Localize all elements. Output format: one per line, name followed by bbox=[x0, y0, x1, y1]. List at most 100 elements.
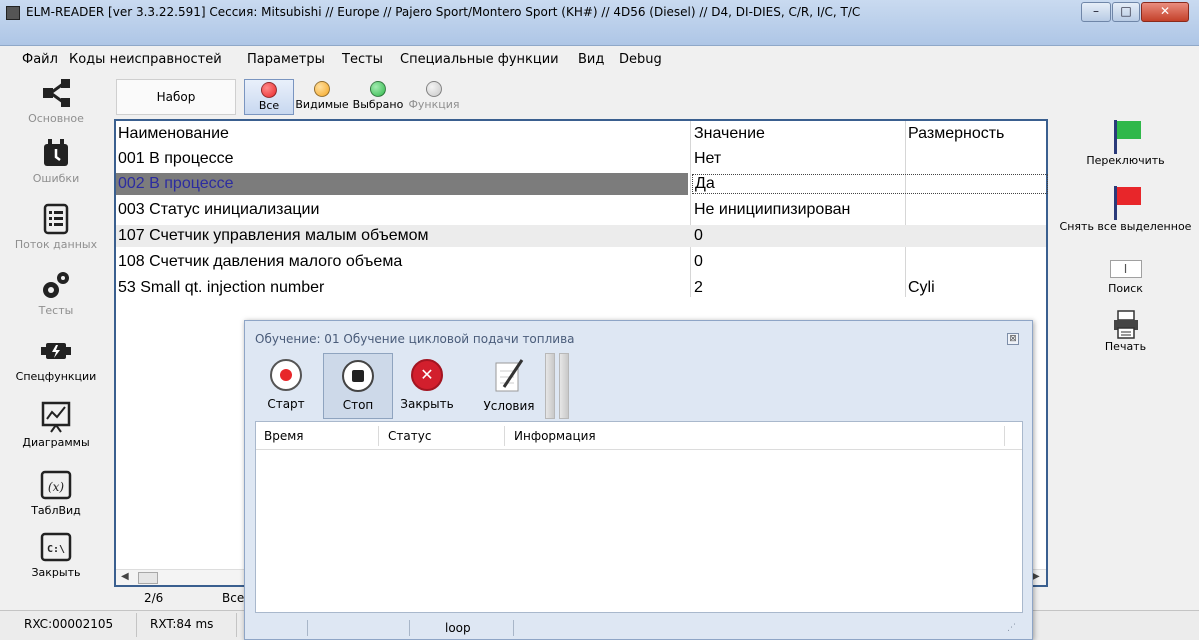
minimize-button[interactable]: – bbox=[1081, 2, 1111, 22]
stop-button[interactable]: Стоп bbox=[323, 353, 393, 419]
menu-file[interactable]: Файл bbox=[22, 52, 58, 67]
filter-visible-button[interactable]: Видимые bbox=[294, 79, 350, 115]
resize-grip-icon[interactable]: ⋰ bbox=[1007, 623, 1016, 633]
dialog-title: Обучение: 01 Обучение цикловой подачи то… bbox=[255, 332, 575, 346]
svg-text:(x): (x) bbox=[48, 480, 64, 494]
row-value: Не инициипизирован bbox=[694, 201, 851, 218]
column-separator bbox=[504, 426, 505, 446]
sidebar-item-data-stream[interactable]: Поток данных bbox=[0, 202, 112, 251]
clear-selection-label: Снять все выделенное bbox=[1059, 220, 1192, 233]
search-button[interactable]: I Поиск bbox=[1052, 260, 1199, 295]
red-flag-icon bbox=[1108, 184, 1144, 220]
table-row-selected[interactable]: 002 В процессе Да bbox=[116, 173, 1048, 195]
status-separator bbox=[236, 613, 237, 637]
status-separator bbox=[409, 620, 410, 636]
svg-text:C:\: C:\ bbox=[47, 544, 65, 555]
start-button[interactable]: Старт bbox=[255, 353, 317, 419]
filter-function-label: Функция bbox=[408, 98, 460, 111]
gray-dot-icon bbox=[426, 81, 442, 97]
table-row[interactable]: 53 Small qt. injection number 2 Cyli bbox=[116, 277, 1046, 299]
table-row[interactable]: 001 В процессе Нет bbox=[116, 148, 1046, 170]
notepad-pen-icon bbox=[495, 359, 524, 392]
menu-debug[interactable]: Debug bbox=[619, 52, 662, 67]
right-panel: Переключить Снять все выделенное I Поиск… bbox=[1052, 118, 1199, 378]
maximize-button[interactable]: □ bbox=[1112, 2, 1140, 22]
sidebar-item-close[interactable]: C:\ Закрыть bbox=[0, 530, 112, 579]
menu-parameters[interactable]: Параметры bbox=[247, 52, 325, 67]
filter-function-button[interactable]: Функция bbox=[406, 79, 462, 115]
title-bar: ELM-READER [ver 3.3.22.591] Сессия: Mits… bbox=[0, 0, 1199, 46]
scroll-left-arrow-icon[interactable]: ◀ bbox=[121, 571, 129, 582]
filter-visible-label: Видимые bbox=[295, 98, 349, 111]
filter-selected-button[interactable]: Выбрано bbox=[348, 79, 408, 115]
close-button[interactable]: ✕ Закрыть bbox=[393, 353, 461, 419]
menu-view[interactable]: Вид bbox=[578, 52, 604, 67]
sidebar-item-main[interactable]: Основное bbox=[0, 76, 112, 125]
header-status[interactable]: Статус bbox=[388, 429, 431, 443]
status-separator bbox=[136, 613, 137, 637]
sidebar-item-special-functions[interactable]: Спецфункции bbox=[0, 334, 112, 383]
sidebar-item-label: Спецфункции bbox=[15, 370, 97, 383]
column-separator bbox=[1004, 426, 1005, 446]
dialog-close-icon[interactable]: ⊠ bbox=[1007, 333, 1019, 345]
toggle-button[interactable]: Переключить bbox=[1052, 118, 1199, 167]
header-name[interactable]: Наименование bbox=[118, 125, 688, 143]
scroll-right-arrow-icon[interactable]: ▶ bbox=[1032, 571, 1040, 582]
engine-icon bbox=[41, 343, 71, 359]
scroll-thumb[interactable] bbox=[138, 572, 158, 584]
header-value[interactable]: Значение bbox=[694, 125, 904, 143]
pager-truncated-label: Все bbox=[222, 591, 245, 605]
toolbar-grip[interactable] bbox=[559, 353, 569, 419]
page-indicator: 2/6 bbox=[144, 591, 164, 605]
sidebar-item-label: Поток данных bbox=[14, 238, 98, 251]
printer-icon bbox=[1113, 310, 1138, 339]
rxt-latency: RXT:84 ms bbox=[150, 617, 214, 631]
sidebar-item-charts[interactable]: Диаграммы bbox=[0, 400, 112, 449]
sidebar-item-table-view[interactable]: (x) ТаблВид bbox=[0, 468, 112, 517]
log-table[interactable]: Время Статус Информация bbox=[255, 421, 1023, 613]
formula-icon: (x) bbox=[40, 470, 72, 500]
filter-all-button[interactable]: Все bbox=[244, 79, 294, 115]
menu-fault-codes[interactable]: Коды неисправностей bbox=[69, 52, 222, 67]
header-info[interactable]: Информация bbox=[514, 429, 596, 443]
row-name: 53 Small qt. injection number bbox=[118, 279, 325, 296]
bell-icon bbox=[44, 139, 68, 166]
status-separator bbox=[307, 620, 308, 636]
table-row[interactable]: 003 Статус инициализации Не инициипизиро… bbox=[116, 199, 1046, 221]
rxc-counter: RXC:00002105 bbox=[24, 617, 114, 631]
conditions-button[interactable]: Условия bbox=[477, 353, 541, 419]
share-nodes-icon bbox=[43, 79, 70, 107]
close-x-icon: ✕ bbox=[411, 359, 443, 391]
clear-selection-button[interactable]: Снять все выделенное bbox=[1052, 184, 1199, 233]
row-name: 108 Счетчик давления малого объема bbox=[118, 253, 403, 270]
toolbar-grip[interactable] bbox=[545, 353, 555, 419]
print-button[interactable]: Печать bbox=[1052, 310, 1199, 353]
table-row[interactable]: 108 Счетчик давления малого объема 0 bbox=[116, 251, 1046, 273]
orange-dot-icon bbox=[314, 81, 330, 97]
header-time[interactable]: Время bbox=[264, 429, 304, 443]
close-window-button[interactable]: ✕ bbox=[1141, 2, 1189, 22]
table-row[interactable]: 107 Счетчик управления малым объемом 0 bbox=[116, 225, 1046, 247]
conditions-label: Условия bbox=[483, 399, 535, 413]
menu-tests[interactable]: Тесты bbox=[342, 52, 383, 67]
stop-label: Стоп bbox=[342, 398, 374, 412]
search-label: Поиск bbox=[1108, 282, 1143, 295]
menu-special-functions[interactable]: Специальные функции bbox=[400, 52, 559, 67]
console-icon: C:\ bbox=[40, 532, 72, 562]
row-name: 107 Счетчик управления малым объемом bbox=[118, 227, 429, 244]
sidebar: Основное Ошибки Поток данных Тесты Спецф… bbox=[0, 72, 112, 600]
sidebar-item-label: Закрыть bbox=[31, 566, 81, 579]
row-name: 002 В процессе bbox=[118, 175, 234, 192]
stop-icon bbox=[342, 360, 374, 392]
record-icon bbox=[270, 359, 302, 391]
header-unit[interactable]: Размерность bbox=[908, 125, 1044, 143]
filter-toolbar: Набор Все Видимые Выбрано Функция bbox=[116, 77, 626, 117]
set-button[interactable]: Набор bbox=[116, 79, 236, 115]
gears-icon bbox=[43, 272, 69, 298]
filter-all-label: Все bbox=[258, 99, 280, 112]
sidebar-item-errors[interactable]: Ошибки bbox=[0, 136, 112, 185]
green-dot-icon bbox=[370, 81, 386, 97]
log-table-header: Время Статус Информация bbox=[256, 422, 1022, 450]
sidebar-item-tests[interactable]: Тесты bbox=[0, 268, 112, 317]
learning-dialog: Обучение: 01 Обучение цикловой подачи то… bbox=[244, 320, 1033, 640]
